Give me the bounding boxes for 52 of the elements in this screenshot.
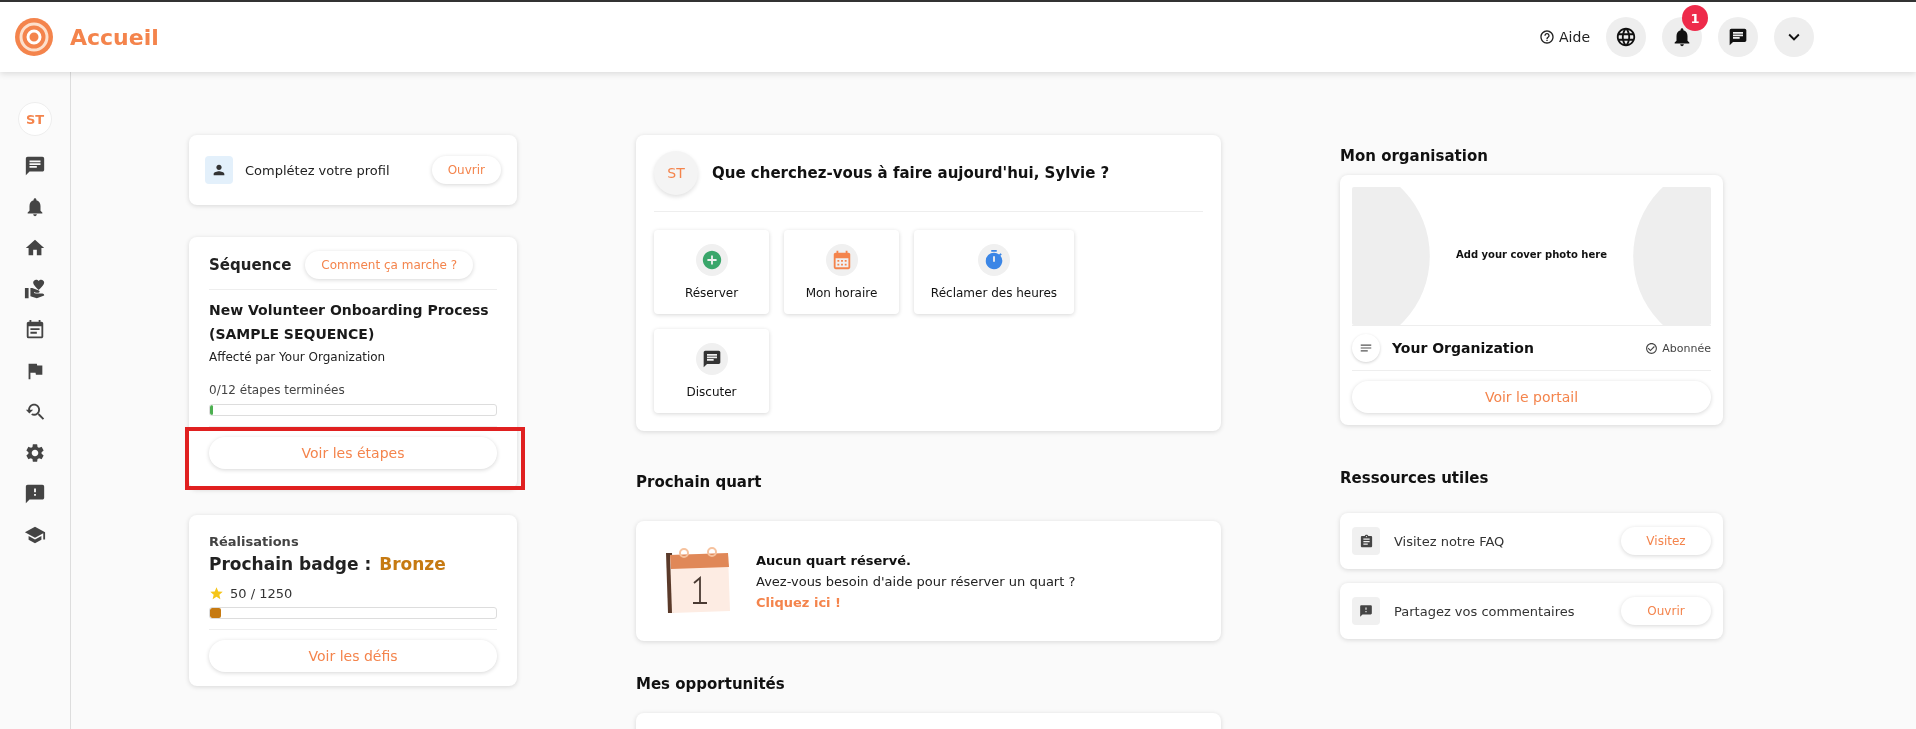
click-here-link[interactable]: Cliquez ici ! bbox=[756, 594, 1076, 610]
card-title: Séquence bbox=[209, 256, 292, 274]
assigned-by: Affecté par Your Organization bbox=[209, 350, 386, 364]
feedback-icon bbox=[1359, 604, 1373, 618]
help-button[interactable]: Comment ça marche ? bbox=[305, 251, 474, 279]
language-button[interactable] bbox=[1606, 17, 1646, 57]
resource-button[interactable]: Visitez bbox=[1621, 527, 1711, 555]
globe-icon bbox=[1615, 26, 1637, 48]
cover-placeholder-text: Add your cover photo here bbox=[1455, 249, 1608, 260]
help-icon bbox=[1539, 29, 1556, 45]
organization-name: Your Organization bbox=[1392, 340, 1534, 356]
resource-label: Visitez notre FAQ bbox=[1394, 533, 1505, 549]
action-tile[interactable]: Mon horaire bbox=[784, 230, 899, 314]
view-challenges-button[interactable]: Voir les défis bbox=[209, 640, 497, 672]
sequence-name: New Volunteer Onboarding Process (SAMPLE SEQUENCE) bbox=[209, 301, 490, 344]
stopwatch-icon bbox=[983, 249, 1005, 271]
star-icon bbox=[209, 586, 224, 601]
subscribed-status: Abonnée bbox=[1645, 341, 1711, 355]
user-avatar: ST bbox=[654, 151, 698, 195]
badge-label: Prochain badge : bbox=[209, 554, 372, 574]
messages-button[interactable] bbox=[1718, 17, 1758, 57]
open-button[interactable]: Ouvrir bbox=[431, 156, 501, 184]
person-icon bbox=[205, 156, 233, 184]
progress-text: 0/12 étapes terminées bbox=[209, 383, 345, 397]
plus-icon bbox=[700, 249, 723, 271]
clipboard-icon bbox=[1358, 533, 1374, 549]
section-heading: Mon organisation bbox=[1340, 147, 1489, 165]
section-heading: Ressources utiles bbox=[1340, 469, 1490, 487]
user-avatar[interactable]: ST bbox=[18, 102, 52, 136]
empty-message: Avez-vous besoin d'aide pour réserver un quart ? bbox=[756, 573, 1076, 589]
welcome-question: Que cherchez-vous à faire aujourd'hui, Sylvie ? bbox=[712, 164, 1110, 182]
notification-count: 1 bbox=[1682, 5, 1708, 31]
resource-label: Partagez vos commentaires bbox=[1394, 603, 1575, 619]
badge-name: Bronze bbox=[379, 554, 446, 574]
logo-icon bbox=[14, 17, 54, 57]
organization-logo bbox=[1352, 334, 1380, 362]
profile-prompt: Complétez votre profil bbox=[245, 162, 390, 178]
action-tile[interactable]: Réclamer des heures bbox=[914, 230, 1074, 314]
action-tile[interactable]: Discuter bbox=[654, 329, 769, 413]
help-link[interactable]: Aide bbox=[1539, 29, 1590, 45]
action-tile[interactable]: Réserver bbox=[654, 230, 769, 314]
view-steps-button[interactable]: Voir les étapes bbox=[209, 437, 497, 469]
chat-icon bbox=[701, 349, 722, 369]
points-text: 50 / 1250 bbox=[230, 586, 293, 601]
section-heading: Mes opportunités bbox=[636, 675, 786, 693]
page-title: Accueil bbox=[70, 24, 159, 50]
chat-icon bbox=[1728, 27, 1748, 47]
empty-title: Aucun quart réservé. bbox=[756, 552, 912, 568]
section-heading: Prochain quart bbox=[636, 473, 763, 491]
resource-button[interactable]: Ouvrir bbox=[1621, 597, 1711, 625]
view-portal-button[interactable]: Voir le portail bbox=[1352, 381, 1711, 413]
card-title: Réalisations bbox=[209, 534, 299, 549]
